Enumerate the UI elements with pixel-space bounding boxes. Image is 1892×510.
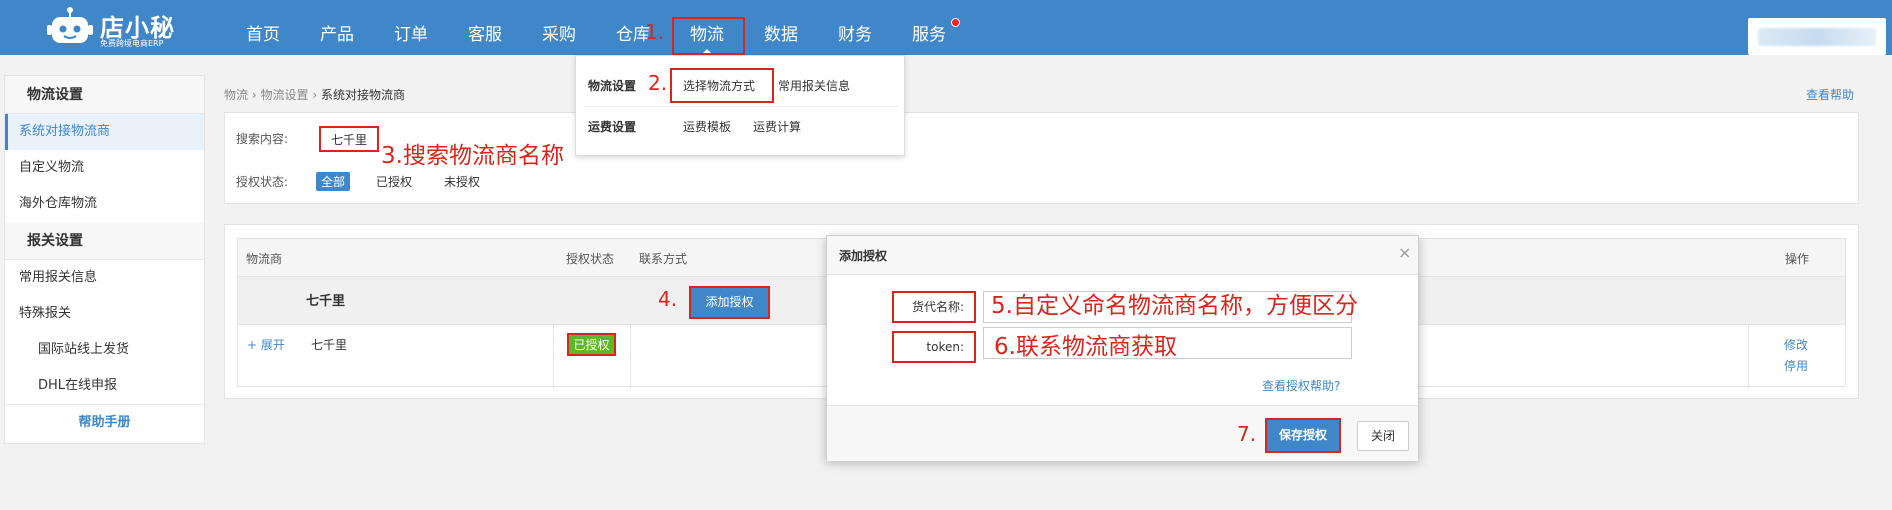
auth-help-link[interactable]: 查看授权帮助? [1262,377,1340,394]
close-modal-button[interactable]: 关闭 [1357,421,1409,451]
expand-toggle[interactable]: + 展开 [247,336,285,353]
filter-authorized[interactable]: 已授权 [371,172,417,191]
token-label: token: [892,331,976,363]
robot-logo-icon [47,7,93,43]
modal-title: 添加授权 [839,249,888,263]
sidebar: 物流设置 系统对接物流商 自定义物流 海外仓库物流 报关设置 常用报关信息 特殊… [4,75,205,444]
dropdown-group-logistics: 物流设置 [588,79,637,93]
brand-tagline: 免费跨境电商ERP [100,39,164,48]
nav-purchase[interactable]: 采购 [522,0,596,55]
header-actions: 操作 [1785,252,1810,266]
dropdown-freight-template[interactable]: 运费模板 [683,118,731,135]
header-contact: 联系方式 [639,252,688,266]
breadcrumb-settings[interactable]: 物流设置 [260,88,308,102]
main-nav: 首页 产品 订单 客服 采购 仓库 物流 数据 财务 服务 [226,0,966,55]
top-nav-bar: 店小秘 免费跨境电商ERP 首页 产品 订单 客服 采购 仓库 物流 数据 财务… [0,0,1892,55]
auth-status-label: 授权状态: [236,175,289,189]
sidebar-subitem-intl-shipping[interactable]: 国际站线上发货 [5,332,204,368]
breadcrumb-current: 系统对接物流商 [320,88,405,102]
modal-header: 添加授权 × [827,236,1418,275]
annotation-box-dropdown [670,68,774,103]
forwarder-name-label: 货代名称: [892,291,976,323]
sidebar-subitem-dhl[interactable]: DHL在线申报 [5,368,204,404]
breadcrumb-logistics[interactable]: 物流 [224,88,248,102]
breadcrumb: 物流 › 物流设置 › 系统对接物流商 [224,86,405,103]
filter-all[interactable]: 全部 [316,172,351,191]
logo[interactable]: 店小秘 免费跨境电商ERP [46,4,176,50]
save-auth-button[interactable]: 保存授权 [1265,418,1341,453]
sidebar-help-manual[interactable]: 帮助手册 [5,404,204,440]
status-badge: 已授权 [567,333,616,356]
add-auth-button[interactable]: 添加授权 [689,286,770,319]
annotation-4: 4. [658,287,678,311]
sidebar-item-system-carriers[interactable]: 系统对接物流商 [5,114,204,150]
breadcrumb-separator: › [251,88,257,102]
sidebar-item-custom-logistics[interactable]: 自定义物流 [5,150,204,186]
filter-unauthorized[interactable]: 未授权 [439,172,485,191]
nav-orders[interactable]: 订单 [374,0,448,55]
breadcrumb-separator: › [312,88,318,102]
annotation-7: 7. [1237,422,1257,446]
search-label: 搜索内容: [236,132,289,146]
edit-link[interactable]: 修改 [1784,336,1808,353]
nav-service[interactable]: 客服 [448,0,522,55]
disable-link[interactable]: 停用 [1784,357,1808,374]
user-account-box[interactable] [1748,18,1886,55]
annotation-1: 1. [645,20,665,44]
column-divider [553,325,554,388]
row-carrier-name: 七千里 [311,338,348,352]
annotation-box-nav [672,17,745,55]
annotation-5: 5.自定义命名物流商名称，方便区分 [991,293,1358,319]
notification-dot [951,18,960,27]
dropdown-separator [584,106,898,107]
annotation-3: 3.搜索物流商名称 [381,143,564,169]
dropdown-freight-calc[interactable]: 运费计算 [753,118,801,135]
nav-products[interactable]: 产品 [300,0,374,55]
nav-finance[interactable]: 财务 [818,0,892,55]
annotation-2: 2. [648,71,668,95]
search-input[interactable]: 七千里 [319,126,379,152]
sidebar-group-customs: 报关设置 [5,222,204,260]
column-divider [1748,325,1749,388]
dropdown-group-freight: 运费设置 [588,120,637,134]
nav-home[interactable]: 首页 [226,0,300,55]
sidebar-group-logistics: 物流设置 [5,76,204,114]
header-auth-status: 授权状态 [566,252,615,266]
view-help-link[interactable]: 查看帮助 [1806,86,1854,103]
blurred-username [1758,28,1876,46]
group-carrier-name: 七千里 [306,294,346,309]
nav-data[interactable]: 数据 [744,0,818,55]
sidebar-item-common-customs[interactable]: 常用报关信息 [5,260,204,296]
nav-services[interactable]: 服务 [892,0,966,55]
sidebar-item-overseas-warehouse[interactable]: 海外仓库物流 [5,186,204,222]
column-divider [630,325,631,388]
annotation-6: 6.联系物流商获取 [994,334,1177,360]
dropdown-common-customs[interactable]: 常用报关信息 [778,77,850,94]
close-icon[interactable]: × [1398,243,1411,262]
sidebar-item-special-customs[interactable]: 特殊报关 [5,296,204,332]
header-carrier: 物流商 [246,252,283,266]
